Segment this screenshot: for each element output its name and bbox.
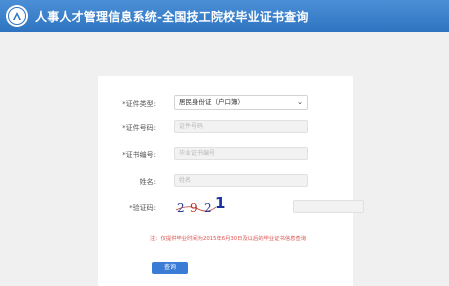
captcha-char: 2 bbox=[204, 201, 212, 215]
chevron-down-icon: ⌄ bbox=[297, 98, 303, 106]
query-form-card: *证件类型: 居民身份证（户口簿） ⌄ *证件号码: 证件号码 *证书编号: 毕… bbox=[98, 76, 364, 286]
id-type-value: 居民身份证（户口簿） bbox=[179, 98, 244, 106]
name-input[interactable]: 姓名 bbox=[174, 174, 308, 187]
captcha-char: 1 bbox=[215, 194, 226, 212]
id-number-label: *证件号码: bbox=[122, 124, 156, 132]
id-number-input[interactable]: 证件号码 bbox=[174, 120, 308, 133]
captcha-char: 9 bbox=[190, 201, 198, 215]
id-type-label: *证件类型: bbox=[122, 100, 156, 108]
system-logo-icon bbox=[6, 5, 28, 27]
query-button[interactable]: 查询 bbox=[152, 262, 188, 274]
cert-number-input[interactable]: 毕业证书编号 bbox=[174, 147, 308, 160]
page-title: 人事人才管理信息系统-全国技工院校毕业证书查询 bbox=[35, 9, 309, 24]
name-label: 姓名: bbox=[139, 178, 156, 186]
captcha-image[interactable]: 2 9 2 bbox=[174, 200, 218, 216]
notice-text: 注：仅提供毕业时间为2015年6月30日及以后的毕业证书信息查询 bbox=[150, 236, 307, 242]
captcha-input[interactable] bbox=[293, 200, 364, 213]
captcha-label: *验证码: bbox=[129, 204, 156, 212]
captcha-char: 2 bbox=[177, 201, 185, 215]
cert-number-label: *证书编号: bbox=[122, 151, 156, 159]
id-type-select[interactable]: 居民身份证（户口簿） ⌄ bbox=[174, 95, 308, 110]
header-bar: 人事人才管理信息系统-全国技工院校毕业证书查询 bbox=[0, 0, 449, 32]
